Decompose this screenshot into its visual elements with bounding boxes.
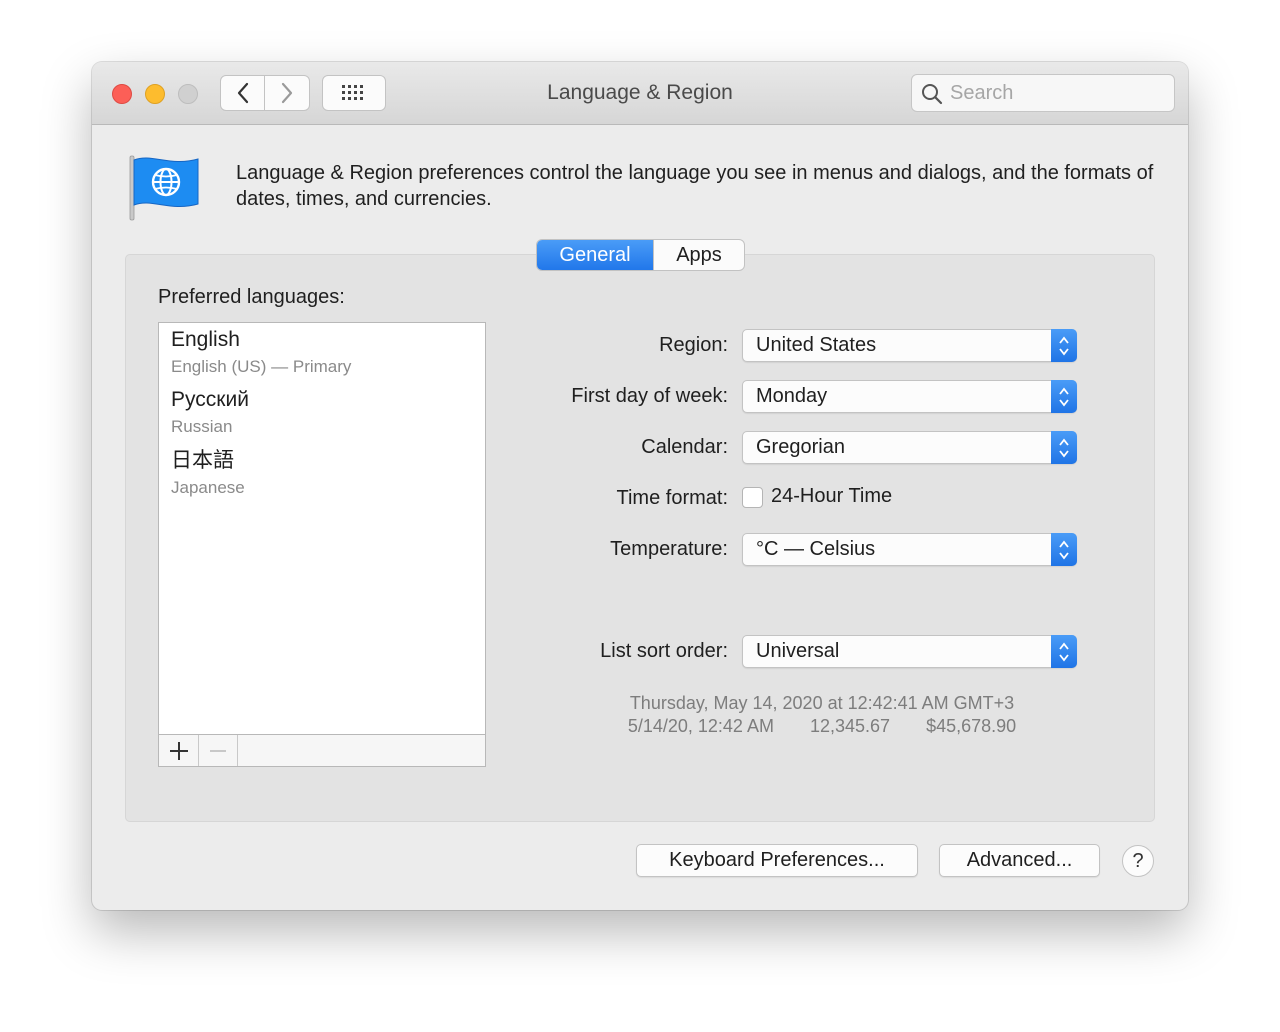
list-item-japanese[interactable]: 日本語 Japanese [171,449,245,500]
sample-formats-row: 5/14/20, 12:42 AM 12,345.67 $45,678.90 [572,716,1072,737]
keyboard-preferences-button[interactable]: Keyboard Preferences... [636,844,918,877]
minus-icon [209,749,226,752]
calendar-value: Gregorian [756,436,845,458]
sample-currency: $45,678.90 [926,716,1017,736]
language-name: 日本語 [171,449,234,472]
sample-date-long: Thursday, May 14, 2020 at 12:42:41 AM GM… [629,693,1015,713]
sort-order-popup[interactable]: Universal [742,635,1077,668]
remove-language-button[interactable] [198,735,238,766]
first-day-label: First day of week: [571,385,728,407]
calendar-label: Calendar: [641,436,728,458]
sort-order-value: Universal [756,640,840,662]
first-day-value: Monday [756,385,828,407]
tab-bar: General Apps [536,239,745,271]
add-language-button[interactable] [159,735,199,766]
language-list-footer [158,734,486,767]
plus-icon [169,741,188,760]
sample-number: 12,345.67 [809,716,891,736]
sort-order-label: List sort order: [600,640,728,662]
first-day-popup[interactable]: Monday [742,380,1077,413]
temperature-popup[interactable]: °C — Celsius [742,533,1077,566]
preferred-languages-label: Preferred languages: [158,286,345,308]
popup-arrows-icon [1051,380,1077,413]
popup-arrows-icon [1051,533,1077,566]
temperature-value: °C — Celsius [756,538,876,560]
search-icon [922,84,943,105]
popup-arrows-icon [1051,635,1077,668]
language-detail: English (US) — Primary [171,357,352,376]
region-label: Region: [659,334,728,356]
help-button[interactable]: ? [1122,845,1154,877]
list-item-english[interactable]: English English (US) — Primary [171,328,351,379]
temperature-label: Temperature: [610,538,728,560]
description-text: Language & Region preferences control th… [236,162,1154,210]
language-name: Русский [171,388,249,411]
popup-arrows-icon [1051,329,1077,362]
popup-arrows-icon [1051,431,1077,464]
time-format-label: Time format: [616,487,729,509]
language-detail: Japanese [171,478,245,497]
calendar-popup[interactable]: Gregorian [742,431,1077,464]
preferences-window: Language & Region Language & Region pref… [92,62,1188,910]
title-bar: Language & Region [92,62,1188,125]
search-input[interactable] [950,75,1165,111]
advanced-button[interactable]: Advanced... [939,844,1100,877]
language-list[interactable]: English English (US) — Primary Русский R… [158,322,486,766]
24-hour-time-checkbox[interactable] [742,487,763,508]
tab-apps[interactable]: Apps [653,240,744,270]
language-detail: Russian [171,417,233,436]
sample-date-short: 5/14/20, 12:42 AM [627,716,774,736]
search-field[interactable] [911,74,1175,112]
24-hour-time-label[interactable]: 24-Hour Time [771,485,892,508]
language-name: English [171,328,240,351]
region-value: United States [756,334,877,356]
language-region-flag-icon [129,155,199,221]
list-item-russian[interactable]: Русский Russian [171,388,249,439]
tab-general[interactable]: General [537,240,653,270]
region-popup[interactable]: United States [742,329,1077,362]
